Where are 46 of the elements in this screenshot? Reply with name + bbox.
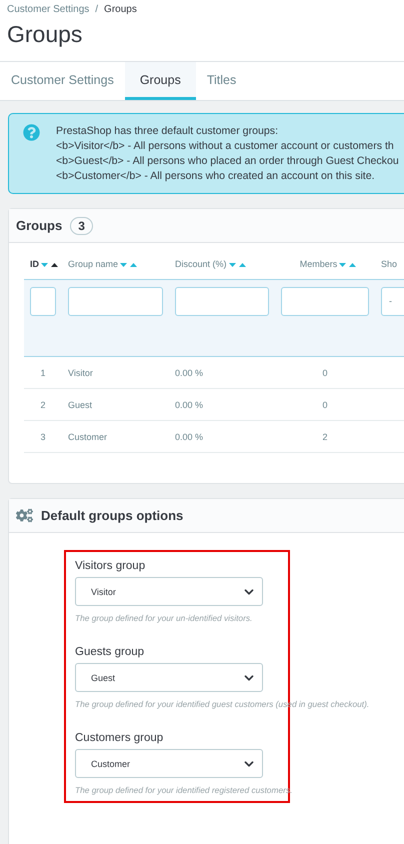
table-cell: Visitor <box>62 356 169 388</box>
panel-title: Default groups options <box>41 508 184 523</box>
filter-input[interactable] <box>281 287 369 316</box>
filter-input[interactable] <box>175 287 269 316</box>
table-cell: 0 <box>275 388 375 420</box>
table-cell: 0.00 % <box>169 420 275 452</box>
table-cell: 1 <box>24 356 62 388</box>
column-header[interactable]: Group name <box>68 259 118 269</box>
field-label: Visitors group <box>75 560 146 572</box>
alert-text: <b>Guest</b> - All persons who placed an order through Guest Checkou <box>56 154 399 168</box>
column-header[interactable]: ID <box>30 259 39 269</box>
tab[interactable]: Customer Settings <box>0 62 125 100</box>
table-cell: 2 <box>24 388 62 420</box>
filter-input[interactable] <box>68 287 163 316</box>
table-cell: 0 <box>275 356 375 388</box>
table-cell: Customer <box>62 420 169 452</box>
table-cell: 0.00 % <box>169 356 275 388</box>
column-header[interactable]: Discount (%) <box>175 259 227 269</box>
breadcrumb-item: / <box>95 4 98 15</box>
breadcrumb-item[interactable]: Customer Settings <box>7 4 90 15</box>
sort-icon[interactable] <box>41 262 58 268</box>
tab[interactable]: Groups <box>124 62 196 100</box>
alert-text: <b>Customer</b> - All persons who created an account on this site. <box>56 169 376 183</box>
table-cell: 2 <box>275 420 375 452</box>
filter-select[interactable]: - <box>381 287 404 316</box>
breadcrumb-item: Groups <box>104 4 137 15</box>
group-select[interactable]: Guest <box>75 663 263 692</box>
field-hint: The group defined for your un-identified visitors. <box>75 613 252 623</box>
table-cell: Guest <box>62 388 169 420</box>
help-icon <box>23 124 40 141</box>
alert-text: PrestaShop has three default customer groups: <box>56 124 280 138</box>
panel-title: Groups <box>16 218 62 233</box>
field-label: Customers group <box>75 732 164 744</box>
filter-input[interactable] <box>30 287 56 316</box>
count-badge: 3 <box>70 216 93 234</box>
tab[interactable]: Titles <box>196 62 248 100</box>
gears-icon <box>16 507 33 524</box>
group-select[interactable]: Visitor <box>75 577 263 606</box>
column-header[interactable]: Members <box>300 259 338 269</box>
field-label: Guests group <box>75 646 144 658</box>
column-header[interactable]: Sho <box>381 259 398 269</box>
group-select[interactable]: Customer <box>75 749 263 778</box>
page-title: Groups <box>7 21 84 49</box>
table-cell: 0.00 % <box>169 388 275 420</box>
alert-text: <b>Visitor</b> - All persons without a customer account or customers th <box>56 139 395 153</box>
table-cell: 3 <box>24 420 62 452</box>
